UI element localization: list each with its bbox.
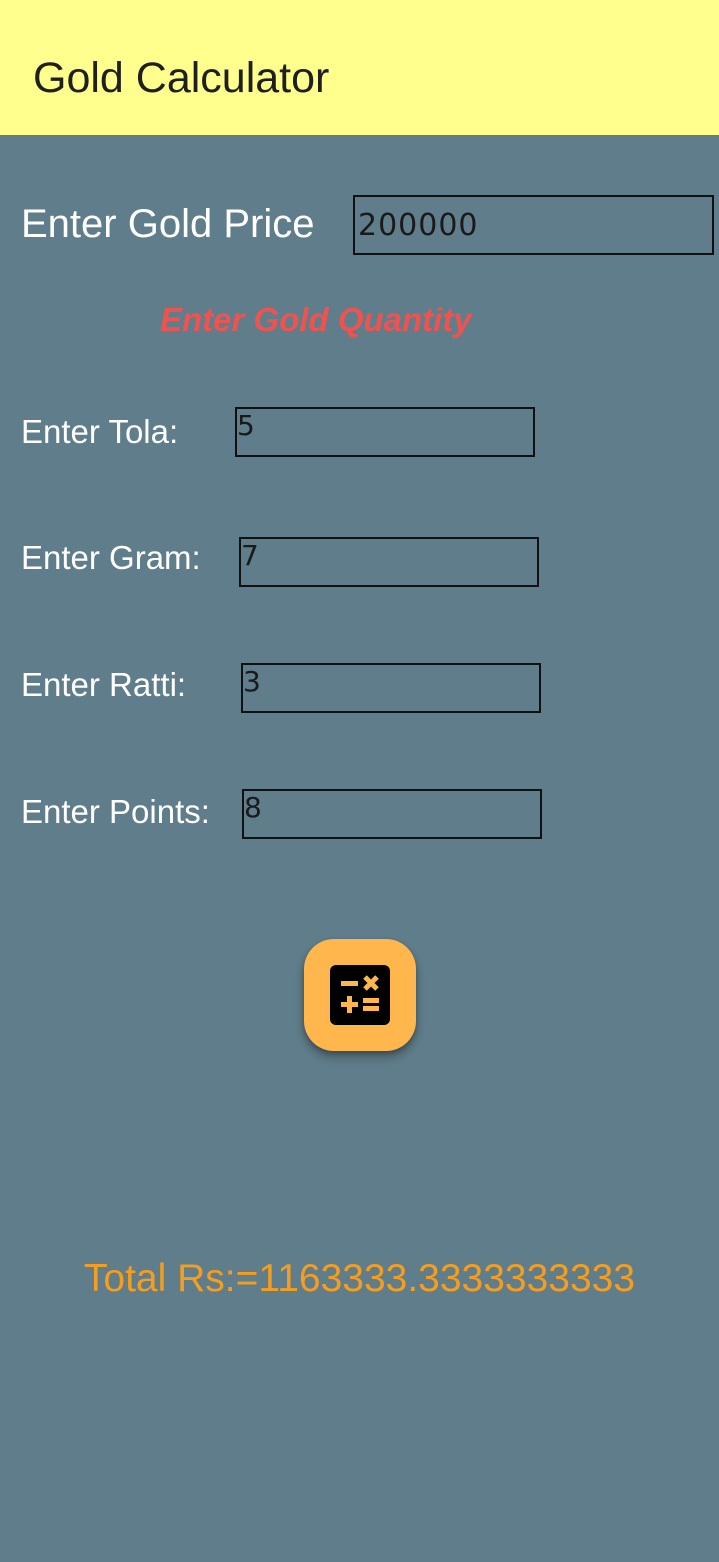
- app-bar: Gold Calculator: [0, 0, 719, 135]
- points-input[interactable]: [242, 789, 542, 839]
- gram-input[interactable]: [239, 537, 539, 587]
- total-result: Total Rs:=1163333.3333333333: [83, 1257, 636, 1300]
- points-label: Enter Points:: [21, 793, 210, 830]
- gram-label: Enter Gram:: [21, 539, 201, 576]
- calculate-button[interactable]: [304, 939, 416, 1051]
- calculator-icon: [330, 965, 390, 1025]
- quantity-heading: Enter Gold Quantity: [160, 301, 472, 338]
- app-title: Gold Calculator: [33, 54, 330, 102]
- tola-input[interactable]: [235, 407, 535, 457]
- tola-label: Enter Tola:: [21, 413, 179, 450]
- gold-price-label: Enter Gold Price: [21, 202, 315, 246]
- gold-price-input[interactable]: [353, 195, 714, 255]
- ratti-input[interactable]: [241, 663, 541, 713]
- ratti-label: Enter Ratti:: [21, 666, 187, 703]
